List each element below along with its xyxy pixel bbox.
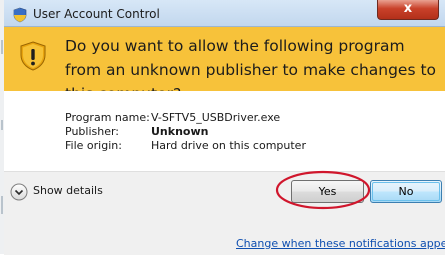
close-button[interactable]: x [377, 0, 439, 20]
detail-value: Hard drive on this computer [151, 139, 306, 152]
uac-shield-icon [13, 7, 27, 23]
warning-header: Do you want to allow the following progr… [4, 27, 445, 103]
detail-row-file-origin: File origin: Hard drive on this computer [65, 139, 306, 152]
detail-value: V-SFTV5_USBDriver.exe [151, 111, 281, 124]
detail-row-program-name: Program name:V-SFTV5_USBDriver.exe [65, 111, 280, 124]
highlight-ellipse [275, 170, 371, 210]
chevron-down-icon[interactable] [10, 183, 28, 201]
detail-value: Unknown [151, 125, 209, 138]
detail-label: Program name: [65, 111, 150, 124]
detail-label: Publisher: [65, 125, 120, 138]
close-icon: x [403, 1, 413, 16]
window-title: User Account Control [33, 7, 160, 21]
program-details: Program name:V-SFTV5_USBDriver.exe Publi… [4, 91, 445, 171]
title-bar: User Account Control x [4, 0, 445, 27]
detail-label: File origin: [65, 139, 122, 152]
no-button[interactable]: No [370, 180, 442, 203]
dialog-footer: Show details Yes No Change when these no… [4, 171, 445, 255]
change-notifications-link[interactable]: Change when these notifications appear [236, 237, 445, 250]
detail-row-publisher: Publisher: Unknown [65, 125, 208, 138]
show-details-link[interactable]: Show details [33, 184, 103, 197]
warning-shield-icon [20, 41, 46, 71]
